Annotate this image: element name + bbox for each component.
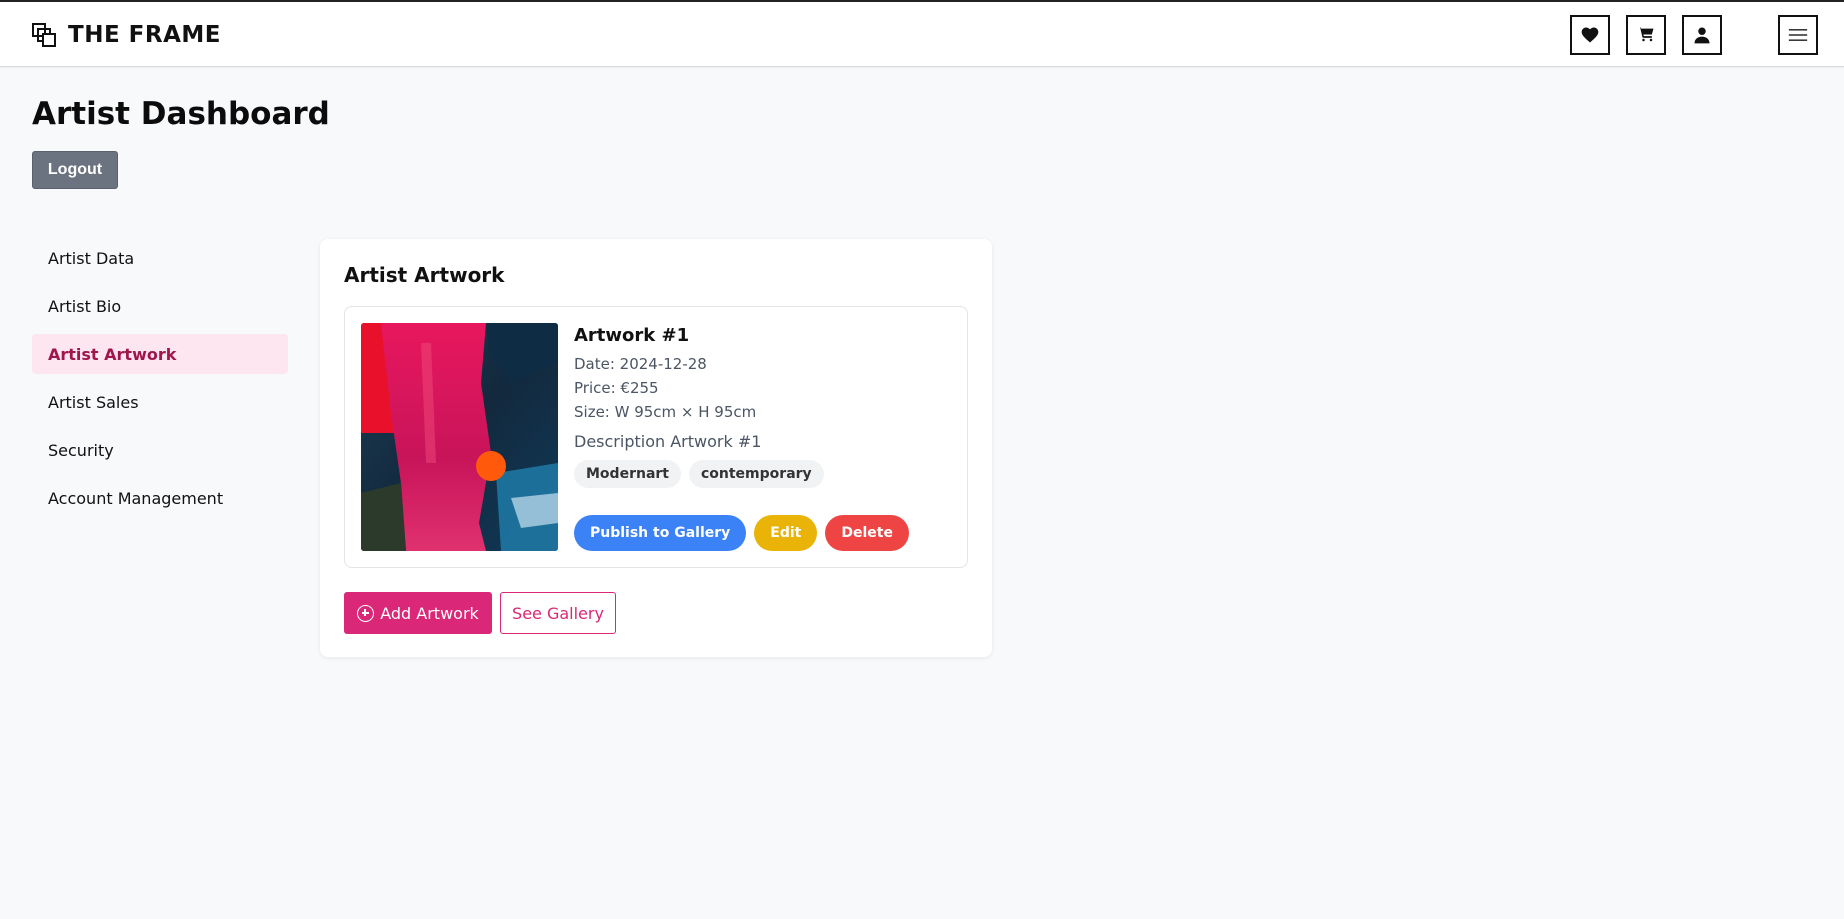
tag-badge: Modernart bbox=[574, 460, 681, 488]
artwork-card: Artwork #1 Date: 2024-12-28 Price: €255 … bbox=[344, 306, 968, 568]
sidebar-item-label: Artist Data bbox=[48, 248, 135, 268]
sidebar-item-label: Security bbox=[48, 440, 114, 460]
sidebar-item-artist-artwork[interactable]: Artist Artwork bbox=[32, 334, 288, 374]
artwork-panel: Artist Artwork Artwork #1 Date: 2024-12-… bbox=[320, 239, 992, 657]
sidebar-item-label: Artist Bio bbox=[48, 296, 122, 316]
sidebar-item-security[interactable]: Security bbox=[32, 430, 288, 470]
plus-circle-icon bbox=[357, 604, 375, 622]
sidebar-item-label: Artist Sales bbox=[48, 392, 139, 412]
publish-to-gallery-button[interactable]: Publish to Gallery bbox=[574, 515, 747, 551]
account-button[interactable] bbox=[1682, 15, 1722, 55]
menu-icon bbox=[1788, 29, 1808, 41]
sidebar-item-account-management[interactable]: Account Management bbox=[32, 478, 288, 518]
artwork-date: Date: 2024-12-28 bbox=[574, 355, 707, 373]
artwork-info: Artwork #1 Date: 2024-12-28 Price: €255 … bbox=[574, 325, 954, 488]
artwork-image bbox=[361, 323, 558, 551]
artwork-thumbnail[interactable] bbox=[361, 323, 558, 551]
tag-badge: contemporary bbox=[688, 460, 824, 488]
heart-icon bbox=[1581, 27, 1599, 43]
sidebar-item-artist-bio[interactable]: Artist Bio bbox=[32, 286, 288, 326]
favorites-button[interactable] bbox=[1570, 15, 1610, 55]
see-gallery-button[interactable]: See Gallery bbox=[500, 592, 616, 634]
top-navbar: THE FRAME bbox=[0, 0, 1844, 67]
add-artwork-label: Add Artwork bbox=[380, 603, 479, 623]
frame-logo-icon bbox=[32, 23, 56, 47]
add-artwork-button[interactable]: Add Artwork bbox=[344, 592, 492, 634]
cart-button[interactable] bbox=[1626, 15, 1666, 55]
artwork-actions: Publish to Gallery Edit Delete bbox=[574, 515, 909, 551]
logout-button[interactable]: Logout bbox=[32, 151, 118, 189]
sidebar-item-artist-sales[interactable]: Artist Sales bbox=[32, 382, 288, 422]
artwork-tags: Modernart contemporary bbox=[574, 460, 954, 488]
user-icon bbox=[1694, 27, 1710, 44]
cart-icon bbox=[1637, 27, 1654, 42]
panel-title: Artist Artwork bbox=[344, 263, 505, 287]
sidebar-item-label: Artist Artwork bbox=[48, 344, 177, 364]
delete-button[interactable]: Delete bbox=[825, 515, 909, 551]
brand-logo[interactable]: THE FRAME bbox=[32, 22, 221, 48]
artwork-description: Description Artwork #1 bbox=[574, 432, 762, 451]
edit-button[interactable]: Edit bbox=[754, 515, 818, 551]
dashboard-sidebar: Artist Data Artist Bio Artist Artwork Ar… bbox=[32, 238, 288, 526]
menu-button[interactable] bbox=[1778, 15, 1818, 55]
artwork-price: Price: €255 bbox=[574, 379, 659, 397]
artwork-size: Size: W 95cm × H 95cm bbox=[574, 403, 757, 421]
brand-name: THE FRAME bbox=[68, 22, 221, 48]
sidebar-item-label: Account Management bbox=[48, 488, 224, 508]
page-title: Artist Dashboard bbox=[32, 96, 330, 132]
sidebar-item-artist-data[interactable]: Artist Data bbox=[32, 238, 288, 278]
artwork-title: Artwork #1 bbox=[574, 325, 690, 346]
